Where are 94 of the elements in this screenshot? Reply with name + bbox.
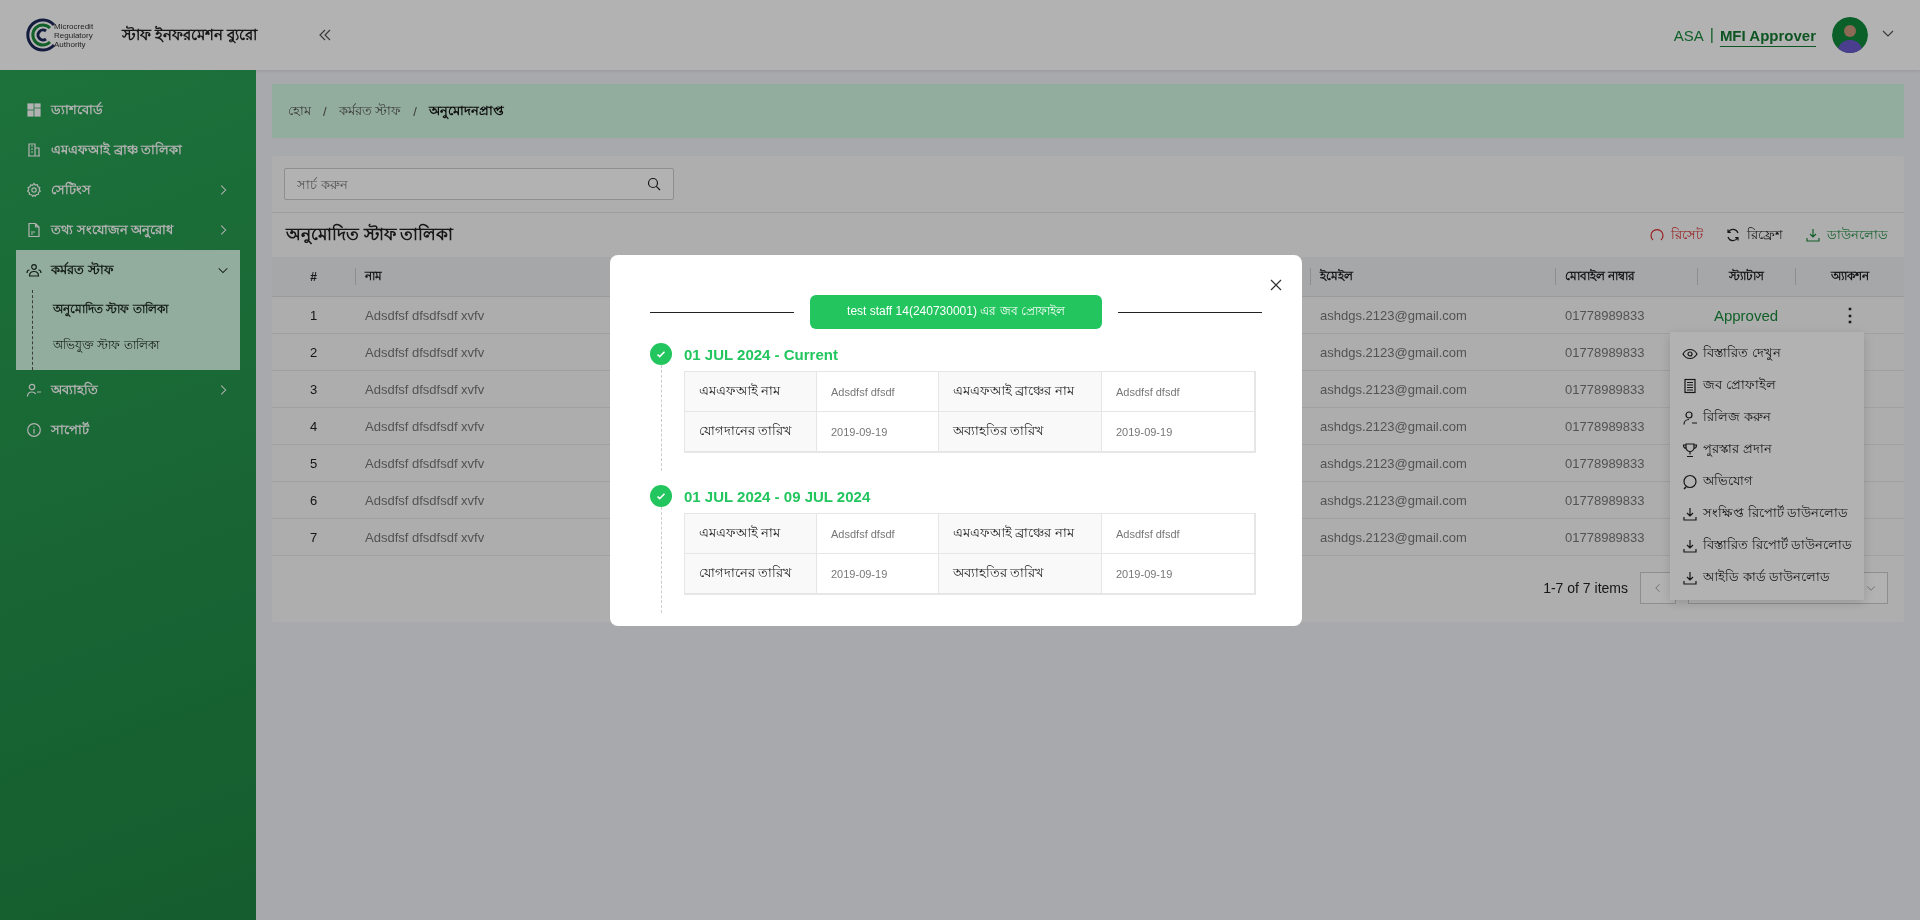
field-label: অব্যাহতির তারিখ <box>939 554 1102 594</box>
table-cell: 01778989833 <box>1565 381 1645 397</box>
field-value: Adsdfsf dfsdf <box>1116 385 1180 398</box>
role-link[interactable]: MFI Approver <box>1719 26 1816 44</box>
reset-button[interactable]: রিসেট <box>1649 224 1703 246</box>
building-icon <box>26 142 42 158</box>
breadcrumb-link[interactable]: অনুমোদনপ্রাপ্ত <box>428 100 504 122</box>
table-cell: 01778989833 <box>1565 529 1645 545</box>
reset-icon <box>1649 227 1665 243</box>
table-cell: ashdgs.2123@gmail.com <box>1320 307 1467 323</box>
menu-item[interactable]: রিলিজ করুন <box>1670 402 1864 434</box>
menu-item[interactable]: আইডি কার্ড ডাউনলোড <box>1670 562 1864 594</box>
table-cell: Adsdfsf dfsdfsdf xvfv <box>365 492 485 508</box>
table-cell: ashdgs.2123@gmail.com <box>1320 418 1467 434</box>
breadcrumb-link[interactable]: কর্মরত স্টাফ <box>338 100 402 122</box>
table-cell: ashdgs.2123@gmail.com <box>1320 492 1467 508</box>
eye-icon <box>1682 346 1699 362</box>
menu-item[interactable]: অভিযোগ <box>1670 466 1864 498</box>
document-icon <box>26 222 42 238</box>
trophy-icon <box>1682 442 1699 458</box>
avatar-icon[interactable] <box>1832 17 1868 53</box>
sidebar-item[interactable]: কর্মরত স্টাফ <box>16 250 240 290</box>
field-value: 2019-09-19 <box>1116 425 1173 438</box>
field-value: 2019-09-19 <box>831 425 888 438</box>
table-cell: Adsdfsf dfsdfsdf xvfv <box>365 381 485 397</box>
gear-icon <box>26 182 42 198</box>
table-cell: 01778989833 <box>1565 455 1645 471</box>
download-icon <box>1805 227 1821 243</box>
dialog-heading: test staff 14(240730001) এর জব প্রোফাইল <box>810 295 1102 329</box>
sidebar-subitem[interactable]: অভিযুক্ত স্টাফ তালিকা <box>33 328 240 364</box>
field-label: যোগদানের তারিখ <box>685 554 817 594</box>
table-title: অনুমোদিত স্টাফ তালিকা <box>286 222 455 247</box>
breadcrumb-separator: / <box>323 103 327 119</box>
field-value: Adsdfsf dfsdf <box>831 385 895 398</box>
pagination-summary: 1-7 of 7 items <box>1543 580 1628 596</box>
column-header: মোবাইল নাম্বার <box>1555 257 1697 297</box>
menu-item[interactable]: জব প্রোফাইল <box>1670 370 1864 402</box>
app-title: স্টাফ ইনফরমেশন ব্যুরো <box>122 24 258 46</box>
user-minus-icon <box>26 382 42 398</box>
logo-text: Microcredit Regulatory Authority <box>54 21 95 49</box>
column-header: # <box>272 257 355 297</box>
table-cell: 01778989833 <box>1565 492 1645 508</box>
table-cell: Adsdfsf dfsdfsdf xvfv <box>365 418 485 434</box>
column-header: ইমেইল <box>1310 257 1555 297</box>
table-cell: ashdgs.2123@gmail.com <box>1320 455 1467 471</box>
search-field[interactable]: সার্চ করুন <box>284 168 674 200</box>
document-icon <box>1682 378 1699 394</box>
separator: | <box>1709 26 1714 44</box>
status-text: Approved <box>1713 306 1779 324</box>
menu-item[interactable]: বিস্তারিত রিপোর্ট ডাউনলোড <box>1670 530 1864 562</box>
table-cell: 01778989833 <box>1565 344 1645 360</box>
period-title: 01 JUL 2024 - 09 JUL 2024 <box>684 486 872 507</box>
table-cell: Adsdfsf dfsdfsdf xvfv <box>365 455 485 471</box>
table-cell: ashdgs.2123@gmail.com <box>1320 529 1467 545</box>
field-label: যোগদানের তারিখ <box>685 412 817 452</box>
dashboard-icon <box>26 102 42 118</box>
column-header: অ্যাকশন <box>1795 257 1904 297</box>
refresh-button[interactable]: রিফ্রেশ <box>1725 224 1783 246</box>
field-value: 2019-09-19 <box>831 567 888 580</box>
period-title: 01 JUL 2024 - Current <box>684 344 839 365</box>
people-icon <box>26 262 42 278</box>
breadcrumb-link[interactable]: হোম <box>288 100 311 122</box>
table-cell: 01778989833 <box>1565 307 1645 323</box>
field-value: Adsdfsf dfsdf <box>1116 527 1180 540</box>
field-label: এমএফআই নাম <box>685 372 817 412</box>
organization-name: ASA <box>1673 26 1704 44</box>
field-label: অব্যাহতির তারিখ <box>939 412 1102 452</box>
field-label: এমএফআই নাম <box>685 514 817 554</box>
close-icon <box>1268 277 1284 293</box>
table-cell: Adsdfsf dfsdfsdf xvfv <box>365 307 485 323</box>
table-cell: ashdgs.2123@gmail.com <box>1320 381 1467 397</box>
table-cell: Adsdfsf dfsdfsdf xvfv <box>365 529 485 545</box>
field-value: 2019-09-19 <box>1116 567 1173 580</box>
user-icon <box>1682 410 1699 426</box>
column-header: স্ট্যাটাস <box>1697 257 1795 297</box>
download-icon <box>1682 538 1699 554</box>
menu-item[interactable]: পুরস্কার প্রদান <box>1670 434 1864 466</box>
menu-item[interactable]: বিস্তারিত দেখুন <box>1670 338 1864 370</box>
table-cell: ashdgs.2123@gmail.com <box>1320 344 1467 360</box>
more-actions-button[interactable]: ⋮ <box>1836 306 1863 324</box>
info-icon <box>26 422 42 438</box>
search-icon <box>646 176 662 192</box>
field-value: Adsdfsf dfsdf <box>831 527 895 540</box>
download-icon <box>1682 506 1699 522</box>
menu-item[interactable]: সংক্ষিপ্ত রিপোর্ট ডাউনলোড <box>1670 498 1864 530</box>
breadcrumb-separator: / <box>413 103 417 119</box>
field-label: এমএফআই ব্রাঞ্চের নাম <box>939 372 1102 412</box>
table-cell: 01778989833 <box>1565 418 1645 434</box>
refresh-icon <box>1725 227 1741 243</box>
download-icon <box>1682 570 1699 586</box>
field-label: এমএফআই ব্রাঞ্চের নাম <box>939 514 1102 554</box>
download-button[interactable]: ডাউনলোড <box>1805 224 1888 246</box>
sidebar-subitem[interactable]: অনুমোদিত স্টাফ তালিকা <box>33 292 240 328</box>
table-cell: Adsdfsf dfsdfsdf xvfv <box>365 344 485 360</box>
